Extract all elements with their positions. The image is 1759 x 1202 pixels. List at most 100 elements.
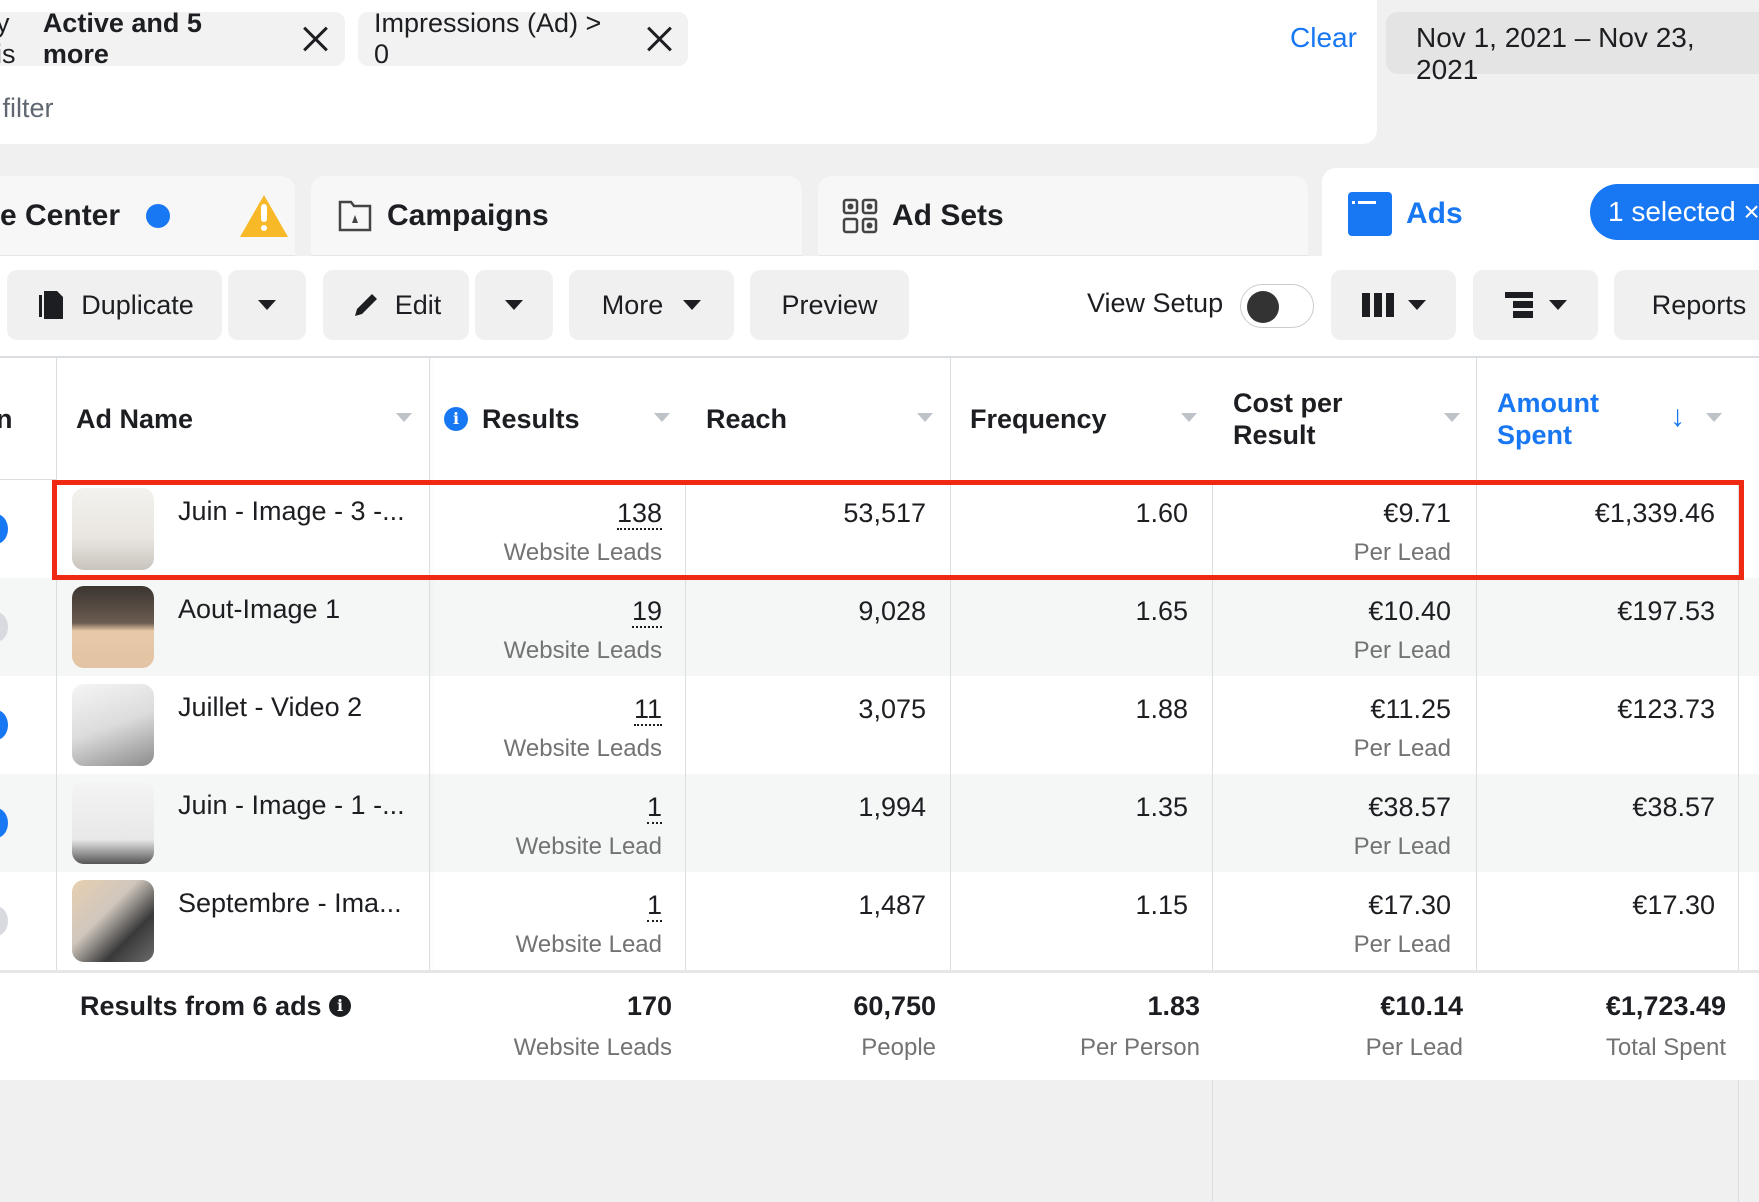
results-value[interactable]: 1 bbox=[646, 890, 662, 922]
column-header-cost-per-result[interactable]: Cost per Result bbox=[1233, 358, 1433, 480]
cell-cost-per-result: €11.25 Per Lead bbox=[1220, 676, 1451, 774]
cell-reach: 1,487 bbox=[700, 872, 926, 970]
cost-value: €38.57 bbox=[1368, 792, 1451, 822]
caret-down-icon bbox=[1548, 300, 1567, 310]
table-row[interactable]: Juillet - Video 2 11 Website Leads 3,075 1.8… bbox=[0, 676, 1759, 774]
clear-filters-link[interactable]: Clear bbox=[1290, 22, 1357, 54]
summary-results: 170 Website Leads bbox=[440, 991, 672, 1062]
table-row[interactable]: Septembre - Ima... 1 Website Lead 1,487 1.15… bbox=[0, 872, 1759, 970]
date-range-picker[interactable]: Nov 1, 2021 – Nov 23, 2021 bbox=[1386, 12, 1759, 85]
ad-name-link[interactable]: Juillet - Video 2 bbox=[178, 692, 362, 723]
sort-caret-icon[interactable] bbox=[1181, 413, 1197, 422]
results-value[interactable]: 1 bbox=[646, 792, 662, 824]
cell-cost-per-result: €17.30 Per Lead bbox=[1220, 872, 1451, 970]
status-toggle[interactable] bbox=[0, 906, 8, 936]
edit-label: Edit bbox=[394, 289, 442, 320]
reports-button[interactable]: Reports bbox=[1614, 270, 1759, 340]
pencil-icon bbox=[354, 294, 377, 316]
tab-account-overview[interactable]: e Center bbox=[0, 176, 295, 256]
status-toggle[interactable] bbox=[0, 710, 8, 740]
duplicate-dropdown-button[interactable] bbox=[228, 270, 306, 340]
sort-caret-icon[interactable] bbox=[654, 413, 670, 422]
column-header-reach[interactable]: Reach bbox=[706, 358, 926, 480]
reach-value: 3,075 bbox=[858, 694, 926, 724]
header-label-line2: Spent bbox=[1497, 420, 1573, 450]
filter-chip-impressions[interactable]: Impressions (Ad) > 0 bbox=[358, 8, 688, 69]
frequency-value: 1.15 bbox=[1135, 890, 1188, 920]
edit-button[interactable]: Edit bbox=[323, 270, 469, 340]
column-header-amount-spent[interactable]: Amount Spent bbox=[1497, 358, 1647, 480]
ad-name-link[interactable]: Juin - Image - 1 -... bbox=[178, 790, 405, 821]
results-value[interactable]: 19 bbox=[631, 596, 662, 628]
sort-caret-icon[interactable] bbox=[396, 413, 412, 422]
header-label-line1: Amount bbox=[1497, 388, 1599, 418]
ad-thumbnail[interactable] bbox=[72, 684, 154, 766]
filter-chip-delivery[interactable]: y is Active and 5 more bbox=[0, 8, 345, 69]
cell-amount-spent: €17.30 bbox=[1480, 872, 1715, 970]
column-header-frequency[interactable]: Frequency bbox=[970, 358, 1190, 480]
add-filter-input[interactable]: d filter bbox=[0, 93, 54, 124]
spent-value: €38.57 bbox=[1632, 792, 1715, 822]
sort-descending-icon[interactable]: ↓ bbox=[1670, 400, 1685, 434]
filter-chip-value: Active and 5 more bbox=[42, 8, 202, 69]
caret-down-icon bbox=[505, 300, 523, 310]
duplicate-button[interactable]: Duplicate bbox=[7, 270, 222, 340]
results-sub: Website Leads bbox=[503, 735, 662, 762]
frequency-value: 1.65 bbox=[1135, 596, 1188, 626]
columns-button[interactable] bbox=[1331, 270, 1456, 340]
sort-caret-icon[interactable] bbox=[917, 413, 933, 422]
more-label: More bbox=[601, 289, 664, 320]
summary-sub: Website Leads bbox=[513, 1034, 672, 1061]
caret-down-icon bbox=[258, 300, 276, 310]
cell-cost-per-result: €38.57 Per Lead bbox=[1220, 774, 1451, 872]
status-toggle[interactable] bbox=[0, 514, 8, 544]
cell-cost-per-result: €10.40 Per Lead bbox=[1220, 578, 1451, 676]
column-header-results[interactable]: i Results bbox=[444, 358, 684, 480]
frequency-value: 1.35 bbox=[1135, 792, 1188, 822]
info-icon[interactable]: i bbox=[329, 995, 352, 1017]
table-row[interactable]: Aout-Image 1 19 Website Leads 9,028 1.65 €10.… bbox=[0, 578, 1759, 676]
ad-name-link[interactable]: Septembre - Ima... bbox=[178, 888, 402, 919]
spent-value: €197.53 bbox=[1617, 596, 1715, 626]
cell-frequency: 1.15 bbox=[960, 872, 1188, 970]
sort-caret-icon[interactable] bbox=[1706, 413, 1722, 422]
results-value[interactable]: 11 bbox=[633, 694, 662, 726]
more-button[interactable]: More bbox=[569, 270, 734, 340]
close-icon[interactable] bbox=[301, 25, 329, 53]
duplicate-label: Duplicate bbox=[81, 289, 194, 320]
view-setup-label: View Setup bbox=[1087, 288, 1224, 318]
column-divider bbox=[1738, 480, 1739, 1202]
edit-dropdown-button[interactable] bbox=[475, 270, 553, 340]
view-setup-toggle[interactable] bbox=[1240, 284, 1314, 328]
folder-icon bbox=[338, 200, 372, 232]
breakdown-button[interactable] bbox=[1473, 270, 1598, 340]
status-toggle[interactable] bbox=[0, 612, 8, 642]
status-toggle[interactable] bbox=[0, 808, 8, 838]
table-row[interactable]: Juin - Image - 1 -... 1 Website Lead 1,994 1… bbox=[0, 774, 1759, 872]
reports-label: Reports bbox=[1651, 289, 1747, 320]
ad-thumbnail[interactable] bbox=[72, 586, 154, 668]
summary-sub: Per Lead bbox=[1365, 1034, 1463, 1061]
ad-thumbnail[interactable] bbox=[72, 880, 154, 962]
cost-sub: Per Lead bbox=[1353, 735, 1451, 762]
info-icon[interactable]: i bbox=[444, 407, 468, 431]
tab-ad-sets[interactable]: Ad Sets bbox=[818, 176, 1308, 256]
column-header-ad-name[interactable]: Ad Name bbox=[76, 358, 426, 480]
ad-thumbnail[interactable] bbox=[72, 782, 154, 864]
selection-count-pill[interactable]: 1 selected × bbox=[1590, 184, 1759, 240]
header-label: Results bbox=[482, 404, 580, 434]
ads-table: n Ad Name i Results Reach Frequency Cost… bbox=[0, 358, 1759, 1202]
summary-label: Results from 6 ads i bbox=[80, 991, 352, 1022]
toolbar: Duplicate Edit More Preview View Setup R… bbox=[0, 256, 1759, 358]
close-icon[interactable]: × bbox=[1743, 196, 1759, 227]
cost-sub: Per Lead bbox=[1353, 833, 1451, 860]
cell-frequency: 1.88 bbox=[960, 676, 1188, 774]
ad-name-link[interactable]: Aout-Image 1 bbox=[178, 594, 340, 625]
tab-campaigns[interactable]: Campaigns bbox=[311, 176, 802, 256]
preview-button[interactable]: Preview bbox=[750, 270, 909, 340]
header-label: Reach bbox=[706, 404, 788, 434]
tab-label: Ads bbox=[1406, 197, 1463, 230]
close-icon[interactable] bbox=[645, 25, 672, 53]
sort-caret-icon[interactable] bbox=[1444, 413, 1460, 422]
cell-results: 11 Website Leads bbox=[440, 676, 662, 774]
